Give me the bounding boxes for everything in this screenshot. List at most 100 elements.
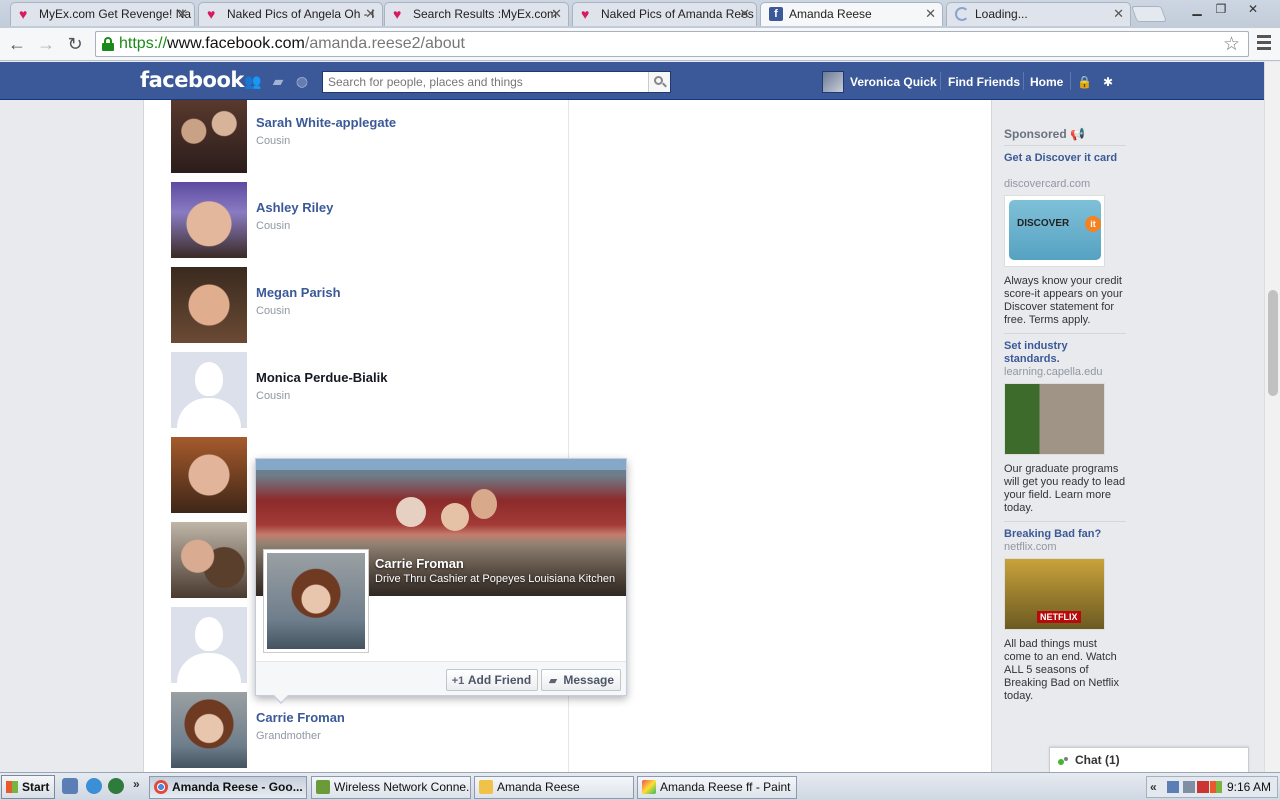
settings-gear-icon[interactable]: ✱ (1103, 75, 1113, 89)
home-link[interactable]: Home (1030, 75, 1063, 89)
scrollbar-thumb[interactable] (1268, 290, 1278, 396)
ad-image[interactable]: NETFLIX (1004, 558, 1105, 630)
tab-title: Amanda Reese (789, 7, 872, 21)
ad-body: All bad things must come to an end. Watc… (1004, 638, 1119, 702)
user-profile-link[interactable] (822, 71, 844, 93)
tray-expand-icon[interactable]: « (1150, 780, 1157, 794)
browser-tab[interactable]: ♥ Naked Pics of Angela Oh - I ✕ (198, 2, 383, 26)
loading-icon (955, 7, 969, 21)
media-player-icon[interactable] (108, 778, 124, 794)
close-icon[interactable]: ✕ (739, 3, 750, 25)
browser-toolbar: ← → ↻ https://www.facebook.com/amanda.re… (0, 28, 1280, 61)
profile-photo[interactable] (171, 182, 247, 258)
bookmark-star-icon[interactable]: ☆ (1223, 33, 1240, 56)
ad-host[interactable]: discovercard.com (1004, 178, 1090, 190)
ad-body: Always know your credit score-it appears… (1004, 275, 1123, 326)
add-friend-button[interactable]: +1 Add Friend (446, 669, 539, 691)
folder-icon (479, 780, 493, 794)
window-close-icon[interactable]: ✕ (1240, 0, 1266, 18)
close-icon[interactable]: ✕ (1113, 3, 1124, 25)
new-tab-button[interactable] (1131, 6, 1167, 22)
ad-image[interactable] (1004, 383, 1105, 455)
browser-tab[interactable]: ♥ MyEx.com Get Revenge! Na ✕ (10, 2, 195, 26)
family-relation: Cousin (256, 135, 291, 147)
netflix-logo: NETFLIX (1037, 611, 1081, 623)
quicklaunch-overflow[interactable]: » (133, 777, 140, 791)
profile-photo[interactable] (171, 692, 247, 768)
page-scrollbar[interactable] (1264, 62, 1280, 772)
messages-icon[interactable]: ▰ (270, 73, 286, 89)
notifications-globe-icon[interactable]: ◍ (294, 73, 310, 89)
volume-tray-icon[interactable] (1183, 781, 1195, 793)
chrome-icon (154, 780, 168, 794)
browser-tab[interactable]: ♥ Search Results :MyEx.com ✕ (384, 2, 569, 26)
close-icon[interactable]: ✕ (177, 3, 188, 25)
divider (1004, 333, 1126, 334)
ads-column: Sponsored 📢 Get a Discover it card disco… (1004, 100, 1126, 702)
profile-photo[interactable] (171, 100, 247, 173)
browser-tab-strip: ♥ MyEx.com Get Revenge! Na ✕ ♥ Naked Pic… (0, 0, 1280, 28)
find-friends-link[interactable]: Find Friends (948, 75, 1020, 89)
profile-photo[interactable] (171, 437, 247, 513)
message-icon: ▰ (548, 675, 558, 687)
close-icon[interactable]: ✕ (365, 3, 376, 25)
family-member-name: Monica Perdue-Bialik (256, 370, 388, 385)
minimize-icon[interactable]: ▁ (1184, 0, 1210, 18)
windows-tray-icon[interactable] (1210, 781, 1222, 793)
family-member: Megan Parish Cousin (171, 267, 531, 343)
profile-photo[interactable] (171, 267, 247, 343)
tab-title: Naked Pics of Amanda Rees (601, 7, 754, 21)
divider (1023, 72, 1024, 90)
friend-requests-icon[interactable]: 👥 (244, 73, 261, 89)
network-tray-icon[interactable] (1167, 781, 1179, 793)
paint-icon (642, 780, 656, 794)
profile-photo[interactable] (171, 522, 247, 598)
internet-explorer-icon[interactable] (86, 778, 102, 794)
close-icon[interactable]: ✕ (551, 3, 562, 25)
reload-icon[interactable]: ↻ (63, 32, 87, 56)
browser-tab-active[interactable]: f Amanda Reese ✕ (760, 2, 943, 26)
divider (940, 72, 941, 90)
family-member-name[interactable]: Carrie Froman (256, 710, 345, 725)
browser-tab[interactable]: Loading... ✕ (946, 2, 1131, 26)
ad-image[interactable]: DISCOVER it (1004, 195, 1105, 267)
family-member-name[interactable]: Megan Parish (256, 285, 341, 300)
message-button[interactable]: ▰ Message (541, 669, 622, 691)
start-button[interactable]: Start (1, 775, 55, 799)
family-member-name[interactable]: Sarah White-applegate (256, 115, 396, 130)
ad-host[interactable]: netflix.com (1004, 541, 1057, 553)
chat-bar[interactable]: Chat (1) (1049, 747, 1249, 772)
windows-logo-icon (6, 781, 18, 793)
default-profile-photo (171, 607, 247, 683)
hovercard-name[interactable]: Carrie Froman (375, 556, 464, 571)
security-tray-icon[interactable] (1197, 781, 1209, 793)
clock[interactable]: 9:16 AM (1227, 780, 1271, 794)
restore-icon[interactable]: ❐ (1208, 0, 1234, 18)
close-icon[interactable]: ✕ (925, 3, 936, 25)
family-member-name[interactable]: Ashley Riley (256, 200, 333, 215)
facebook-logo[interactable]: facebook (140, 68, 244, 92)
taskbar-window-folder[interactable]: Amanda Reese (474, 776, 634, 799)
show-desktop-icon[interactable] (62, 778, 78, 794)
taskbar-window-chrome[interactable]: Amanda Reese - Goo... (149, 776, 307, 799)
taskbar-window-paint[interactable]: Amanda Reese ff - Paint (637, 776, 797, 799)
search-icon[interactable] (648, 72, 670, 92)
user-name-link[interactable]: Veronica Quick (850, 75, 937, 89)
browser-tab[interactable]: ♥ Naked Pics of Amanda Rees ✕ (572, 2, 757, 26)
heart-icon: ♥ (207, 6, 216, 22)
privacy-shortcuts-icon[interactable]: 🔒 (1077, 75, 1092, 89)
family-member: Ashley Riley Cousin (171, 182, 531, 258)
hovercard-actions: +1 Add Friend ▰ Message (256, 661, 626, 695)
address-bar[interactable]: https://www.facebook.com/amanda.reese2/a… (95, 31, 1249, 57)
search-input[interactable] (323, 72, 643, 92)
url-text[interactable]: https://www.facebook.com/amanda.reese2/a… (119, 35, 465, 53)
ad-title[interactable]: Get a Discover it card (1004, 152, 1126, 165)
ad-title[interactable]: Set industry standards. (1004, 340, 1126, 366)
ad-host[interactable]: learning.capella.edu (1004, 366, 1102, 378)
ad-title[interactable]: Breaking Bad fan? (1004, 528, 1126, 541)
chrome-menu-icon[interactable] (1254, 32, 1274, 56)
back-icon[interactable]: ← (5, 32, 29, 56)
forward-icon[interactable]: → (34, 32, 58, 56)
hovercard-profile-photo[interactable] (263, 549, 369, 653)
taskbar-window-network[interactable]: Wireless Network Conne... (311, 776, 471, 799)
